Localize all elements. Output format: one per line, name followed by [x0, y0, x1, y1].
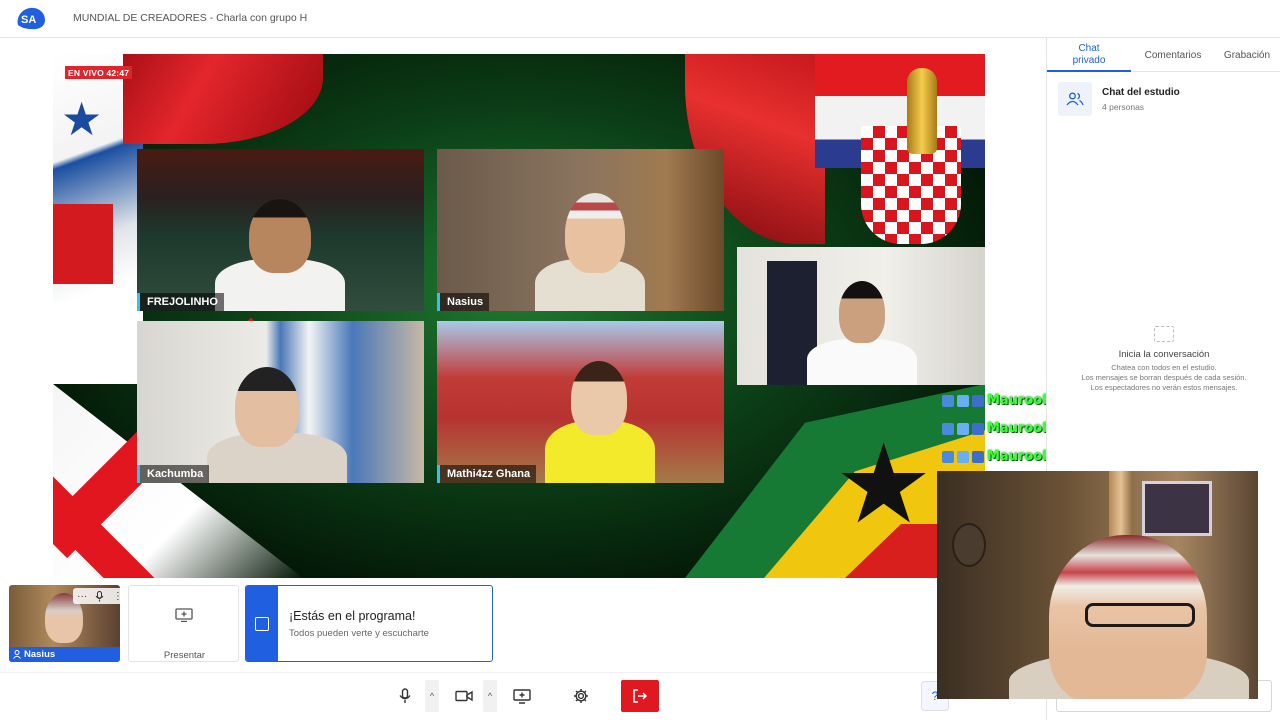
- person-card-icon: [255, 617, 269, 631]
- kebab-icon[interactable]: ⋮: [113, 591, 120, 602]
- on-air-subtitle: Todos pueden verte y escucharte: [289, 628, 429, 639]
- on-air-accent: [246, 586, 278, 661]
- trophy-icon: [907, 68, 937, 154]
- participant-face: [235, 367, 299, 447]
- leave-studio-button[interactable]: [621, 680, 659, 712]
- empty-chat-line: Los espectadores no verán estos mensajes…: [1090, 383, 1238, 392]
- present-button[interactable]: Presentar: [128, 585, 239, 662]
- camera-options-toggle[interactable]: ^: [483, 680, 497, 712]
- participant-face: [249, 199, 311, 273]
- share-screen-button[interactable]: [512, 680, 532, 712]
- on-air-title: ¡Estás en el programa!: [289, 609, 416, 623]
- badge-icon: [957, 422, 969, 435]
- present-label: Presentar: [163, 650, 206, 661]
- badge-icon: [942, 422, 954, 435]
- badge-icon: [972, 450, 984, 463]
- badge-icon: [957, 394, 969, 407]
- star-icon: ★: [834, 423, 933, 546]
- wall-shelf: [1142, 481, 1212, 536]
- participant-tile[interactable]: FREJOLINHO: [137, 149, 424, 311]
- participant-silhouette: [807, 339, 917, 385]
- glasses: [1085, 603, 1195, 627]
- participant-name-tag: Kachumba: [137, 465, 210, 483]
- badge-icon: [957, 450, 969, 463]
- tab-comments[interactable]: Comentarios: [1143, 50, 1203, 62]
- chevron-up-icon: ^: [429, 691, 435, 701]
- pineapple-decoration: [952, 523, 986, 567]
- mic-icon[interactable]: [95, 590, 104, 602]
- users-icon: [1066, 92, 1084, 106]
- badge-icon: [942, 394, 954, 407]
- badge-icon: [972, 422, 984, 435]
- participant-name-tag: Mathi4zz Ghana: [437, 465, 537, 483]
- svg-text:SA: SA: [21, 14, 36, 26]
- chevron-up-icon: ^: [487, 691, 493, 701]
- self-tile-controls: ··· ⋮: [73, 588, 120, 604]
- participant-face: [571, 361, 627, 435]
- on-air-notice: ¡Estás en el programa! Todos pueden vert…: [245, 585, 493, 662]
- chat-title: Chat del estudio: [1102, 87, 1180, 98]
- empty-chat-line: Los mensajes se borran después de cada s…: [1081, 373, 1247, 382]
- top-header: SA MUNDIAL DE CREADORES - Charla con gru…: [0, 0, 1280, 38]
- present-screen-icon: [175, 608, 193, 622]
- participant-tile[interactable]: Kachumba: [137, 321, 424, 483]
- self-preview-tile[interactable]: ··· ⋮ Nasius: [9, 585, 120, 662]
- empty-chat-description: Chatea con todos en el estudio. Los mens…: [1047, 363, 1280, 393]
- tab-private-chat[interactable]: Chat privado: [1069, 43, 1109, 67]
- camera-button[interactable]: [454, 680, 474, 712]
- sidebar-tabs: Chat privado Comentarios Grabación: [1047, 38, 1280, 72]
- user-icon: [13, 650, 21, 659]
- self-name: Nasius: [24, 649, 56, 660]
- self-name-bar: Nasius: [9, 647, 120, 662]
- tab-recording[interactable]: Grabación: [1221, 50, 1273, 62]
- studio-title: MUNDIAL DE CREADORES - Charla con grupo …: [73, 12, 308, 24]
- streamyard-logo-icon[interactable]: SA: [14, 5, 48, 31]
- participant-tile[interactable]: Mathi4zz Ghana: [437, 321, 724, 483]
- mic-icon: [399, 688, 411, 703]
- exit-icon: [633, 689, 648, 703]
- live-timer-badge: EN VIVO 42:47: [65, 66, 133, 79]
- mic-options-toggle[interactable]: ^: [425, 680, 439, 712]
- badge-icon: [972, 394, 984, 407]
- share-screen-icon: [513, 688, 531, 704]
- participant-face: [565, 193, 625, 273]
- participant-name-tag: Nasius: [437, 293, 490, 311]
- active-tab-indicator: [1047, 70, 1131, 72]
- broadcast-stage: ★ ★ EN VIVO 42:47 FREJOLINHO Nasius Kach…: [53, 54, 985, 578]
- participant-name-tag: FREJOLINHO: [137, 293, 224, 311]
- empty-chat-icon: [1154, 326, 1174, 342]
- participant-face: [839, 281, 885, 343]
- more-icon[interactable]: ···: [77, 591, 87, 602]
- curtain-left: [123, 54, 323, 144]
- participant-tile[interactable]: [737, 247, 985, 385]
- settings-button[interactable]: [572, 680, 590, 712]
- chat-group-avatar: [1058, 82, 1092, 116]
- empty-chat-title: Inicia la conversación: [1118, 349, 1210, 360]
- gear-icon: [574, 689, 588, 703]
- badge-icon: [942, 450, 954, 463]
- floating-webcam-overlay: [937, 471, 1258, 699]
- panama-flag-red-field: [53, 204, 113, 284]
- mic-button[interactable]: [396, 680, 414, 712]
- chat-member-count: 4 personas: [1102, 102, 1145, 112]
- studio-app: SA MUNDIAL DE CREADORES - Charla con gru…: [0, 0, 1280, 720]
- participant-tile[interactable]: Nasius: [437, 149, 724, 311]
- star-icon: ★: [61, 93, 103, 145]
- camera-icon: [455, 690, 473, 702]
- empty-chat-line: Chatea con todos en el estudio.: [1111, 363, 1217, 372]
